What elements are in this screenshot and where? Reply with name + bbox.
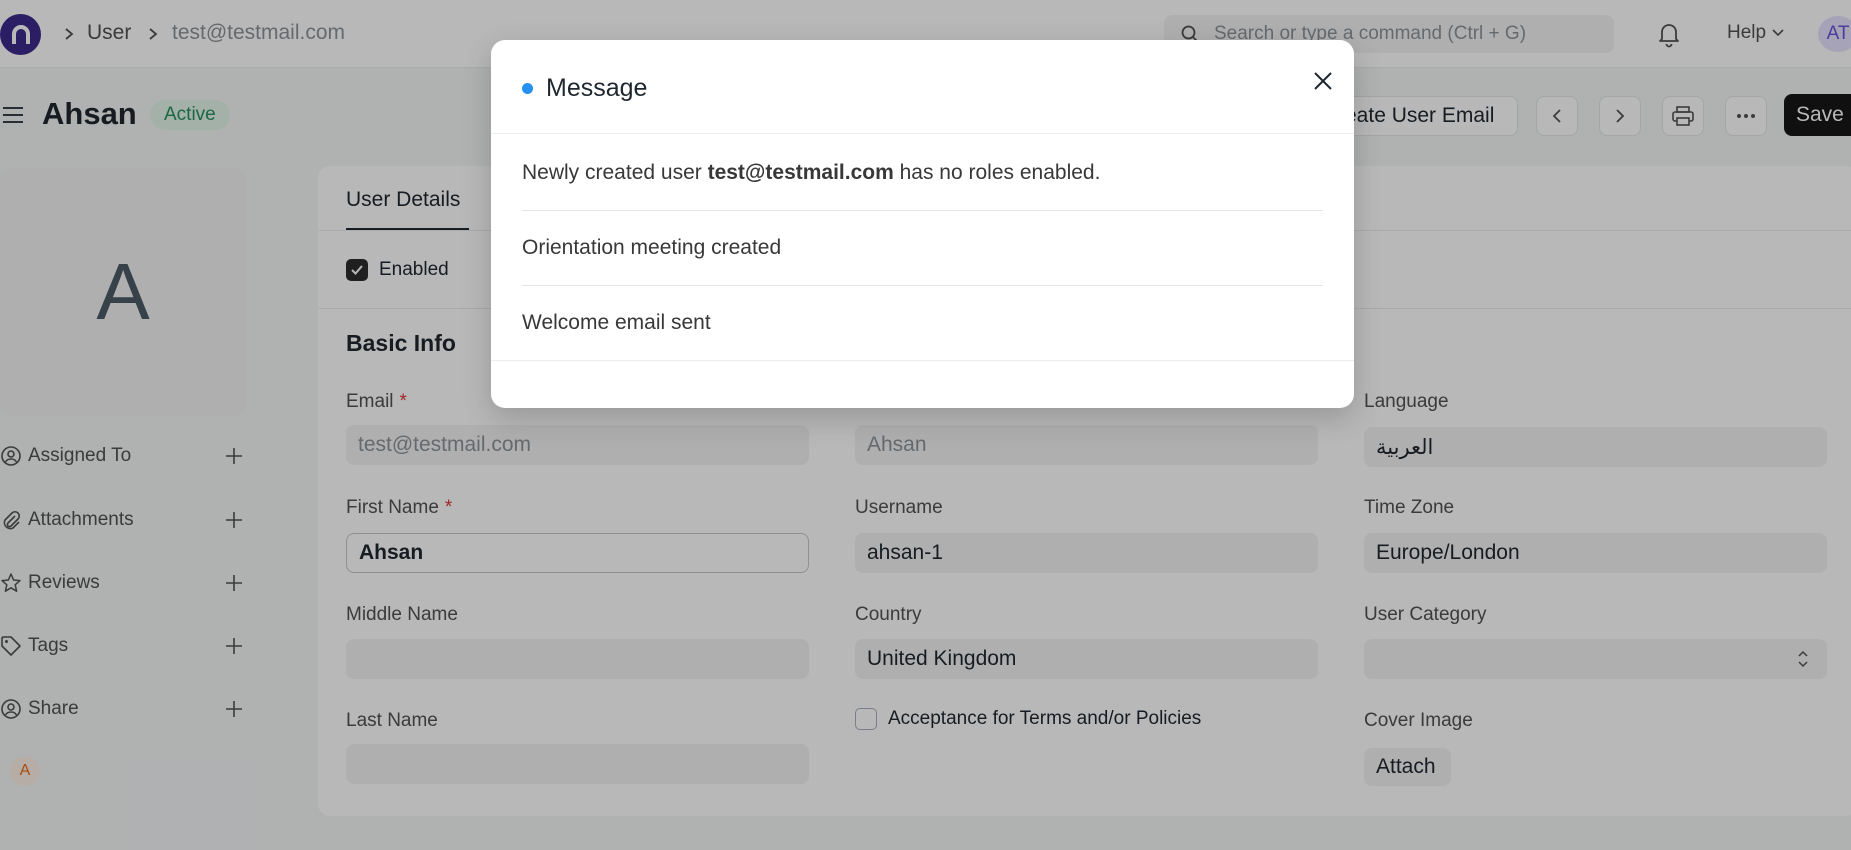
message-email: test@testmail.com bbox=[707, 161, 894, 184]
dialog-message-welcome: Welcome email sent bbox=[522, 311, 711, 334]
dialog-header-divider bbox=[491, 133, 1354, 134]
close-button[interactable] bbox=[1309, 67, 1337, 95]
message-dialog: Message Newly created user test@testmail… bbox=[491, 40, 1354, 408]
dialog-message-no-roles: Newly created user test@testmail.com has… bbox=[522, 161, 1100, 185]
indicator-dot bbox=[522, 83, 533, 94]
close-icon bbox=[1314, 72, 1332, 90]
message-divider bbox=[522, 210, 1323, 211]
dialog-message-orientation: Orientation meeting created bbox=[522, 236, 782, 259]
message-text: Newly created user bbox=[522, 161, 708, 184]
dialog-title: Message bbox=[546, 74, 648, 102]
dialog-footer-divider bbox=[491, 360, 1354, 361]
message-divider bbox=[522, 285, 1323, 286]
message-text: has no roles enabled. bbox=[893, 161, 1101, 184]
